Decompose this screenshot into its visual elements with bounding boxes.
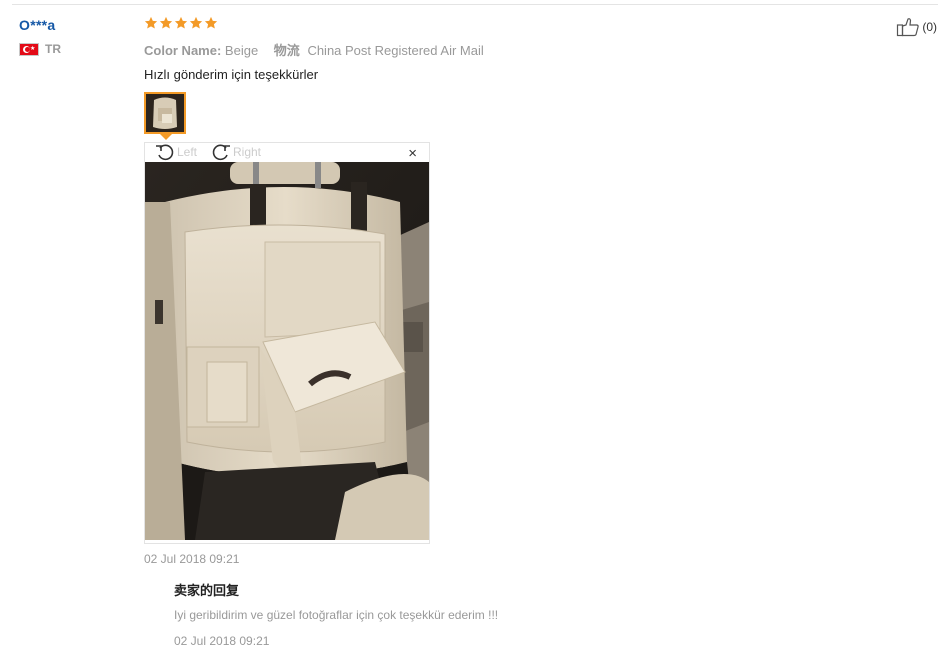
rotate-right-icon	[212, 144, 230, 161]
reply-text: Iyi geribildirim ve güzel fotoğraflar iç…	[174, 608, 499, 622]
shipping-value: China Post Registered Air Mail	[307, 43, 484, 58]
shipping-label: 物流	[273, 43, 300, 58]
color-label: Color Name:	[144, 43, 222, 58]
thumbs-up-icon	[897, 18, 920, 37]
star-rating	[144, 16, 904, 34]
color-value: Beige	[224, 43, 259, 58]
viewer-toolbar: Left Right ×	[145, 143, 429, 162]
review-body: Color Name: Beige 物流 China Post Register…	[144, 16, 904, 544]
rotate-left-icon	[156, 144, 174, 161]
reviewer-name[interactable]: O***a	[19, 17, 129, 33]
thumbnail-image	[146, 94, 184, 132]
reviewer-info: O***a ★ TR	[19, 17, 129, 56]
top-divider	[12, 4, 938, 5]
rotate-right-button[interactable]: Right	[211, 143, 261, 161]
reviewer-country: ★ TR	[19, 42, 129, 56]
seller-reply: 卖家的回复 Iyi geribildirim ve güzel fotoğraf…	[174, 580, 874, 648]
review-meta: Color Name: Beige 物流 China Post Register…	[144, 40, 904, 59]
star-icon	[144, 16, 158, 29]
star-icon	[189, 16, 203, 29]
review-date: 02 Jul 2018 09:21	[144, 552, 240, 566]
rotate-right-label: Right	[233, 145, 262, 159]
photo-thumbnail[interactable]	[144, 92, 186, 140]
helpful-count: (0)	[922, 20, 937, 34]
rotate-left-label: Left	[177, 145, 198, 159]
review-text: Hızlı gönderim için teşekkürler	[144, 67, 319, 82]
reply-date: 02 Jul 2018 09:21	[174, 634, 270, 648]
turkey-flag-icon: ★	[19, 42, 39, 56]
country-code: TR	[45, 42, 61, 56]
reply-title: 卖家的回复	[174, 583, 240, 598]
rotate-left-button[interactable]: Left	[155, 143, 197, 161]
photo-viewer: Left Right ×	[144, 142, 430, 544]
review-photo[interactable]	[145, 162, 429, 540]
star-icon	[174, 16, 188, 29]
close-icon[interactable]: ×	[408, 145, 417, 162]
star-icon	[159, 16, 173, 29]
star-icon	[204, 16, 218, 29]
helpful-button[interactable]: (0)	[896, 17, 937, 37]
